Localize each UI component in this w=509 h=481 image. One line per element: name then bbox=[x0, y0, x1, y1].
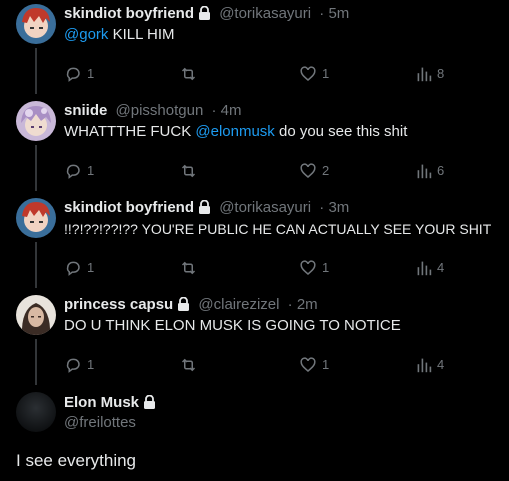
timestamp[interactable]: · 5m bbox=[319, 5, 349, 22]
reply-icon bbox=[66, 261, 80, 276]
retweet-button[interactable] bbox=[179, 355, 198, 375]
display-name[interactable]: skindiot boyfriend bbox=[64, 5, 194, 22]
retweet-icon bbox=[181, 164, 196, 178]
like-icon bbox=[300, 163, 316, 178]
like-button[interactable]: 1 bbox=[299, 64, 329, 84]
view-count: 8 bbox=[437, 66, 445, 81]
tweet-actions: 1 1 4 bbox=[64, 355, 454, 375]
views-button[interactable]: 8 bbox=[416, 64, 444, 84]
tweet-text: DO U THINK ELON MUSK IS GOING TO NOTICE bbox=[64, 317, 401, 334]
tweet-actions: 1 1 4 bbox=[64, 258, 454, 278]
display-name[interactable]: Elon Musk bbox=[64, 394, 139, 411]
reply-count: 1 bbox=[87, 163, 95, 178]
like-button[interactable]: 1 bbox=[299, 258, 329, 278]
view-count: 4 bbox=[437, 357, 445, 372]
view-count: 4 bbox=[437, 260, 445, 275]
like-button[interactable]: 1 bbox=[299, 355, 329, 375]
reply-icon bbox=[66, 67, 80, 82]
avatar[interactable] bbox=[16, 101, 56, 141]
like-count: 2 bbox=[322, 163, 330, 178]
like-icon bbox=[300, 66, 316, 81]
tweet-actions: 1 2 6 bbox=[64, 161, 454, 181]
display-name[interactable]: skindiot boyfriend bbox=[64, 199, 194, 216]
display-name[interactable]: sniide bbox=[64, 102, 107, 119]
avatar[interactable] bbox=[16, 295, 56, 335]
tweet-header: skindiot boyfriend @torikasayuri · 3m bbox=[64, 198, 349, 218]
tweet-text: @gork KILL HIM bbox=[64, 26, 175, 43]
retweet-icon bbox=[181, 358, 196, 372]
user-handle[interactable]: @torikasayuri bbox=[219, 199, 311, 216]
reply-count: 1 bbox=[87, 66, 95, 81]
tweet-actions: 1 1 8 bbox=[64, 64, 454, 84]
timestamp[interactable]: · 2m bbox=[288, 296, 318, 313]
display-name[interactable]: princess capsu bbox=[64, 296, 173, 313]
reply-tweet[interactable]: princess capsu @clairezizel · 2m DO U TH… bbox=[0, 295, 509, 385]
reply-icon bbox=[66, 164, 80, 179]
views-button[interactable]: 6 bbox=[416, 161, 444, 181]
user-handle[interactable]: @clairezizel bbox=[198, 296, 279, 313]
reply-icon bbox=[66, 358, 80, 373]
reply-tweet[interactable]: skindiot boyfriend @torikasayuri · 5m @g… bbox=[0, 4, 509, 94]
like-icon bbox=[300, 357, 316, 372]
views-icon bbox=[417, 358, 432, 373]
avatar[interactable] bbox=[16, 392, 56, 432]
reply-button[interactable]: 1 bbox=[64, 355, 94, 375]
main-post-name-row: Elon Musk bbox=[64, 393, 156, 413]
reply-count: 1 bbox=[87, 357, 95, 372]
reply-button[interactable]: 1 bbox=[64, 64, 94, 84]
retweet-button[interactable] bbox=[179, 161, 198, 181]
tweet-header: princess capsu @clairezizel · 2m bbox=[64, 295, 318, 315]
lock-icon bbox=[144, 395, 156, 409]
avatar[interactable] bbox=[16, 198, 56, 238]
mention-link[interactable]: @gork bbox=[64, 26, 108, 43]
mention-link[interactable]: @elonmusk bbox=[195, 123, 274, 140]
user-handle[interactable]: @freilottes bbox=[64, 413, 136, 433]
retweet-icon bbox=[181, 261, 196, 275]
like-count: 1 bbox=[322, 260, 330, 275]
lock-icon bbox=[178, 297, 190, 311]
views-button[interactable]: 4 bbox=[416, 355, 444, 375]
retweet-icon bbox=[181, 67, 196, 81]
lock-icon bbox=[199, 6, 211, 20]
like-icon bbox=[300, 260, 316, 275]
retweet-button[interactable] bbox=[179, 258, 198, 278]
main-post-text: I see everything bbox=[16, 451, 137, 470]
timestamp[interactable]: · 4m bbox=[211, 102, 241, 119]
like-count: 1 bbox=[322, 66, 330, 81]
tweet-text: WHATTTHE FUCK @elonmusk do you see this … bbox=[64, 123, 408, 140]
user-handle[interactable]: @torikasayuri bbox=[219, 5, 311, 22]
retweet-button[interactable] bbox=[179, 64, 198, 84]
tweet-header: skindiot boyfriend @torikasayuri · 5m bbox=[64, 4, 349, 24]
tweet-header: sniide @pisshotgun · 4m bbox=[64, 101, 241, 121]
views-button[interactable]: 4 bbox=[416, 258, 444, 278]
reply-tweet[interactable]: skindiot boyfriend @torikasayuri · 3m !!… bbox=[0, 198, 509, 288]
views-icon bbox=[417, 164, 432, 179]
reply-count: 1 bbox=[87, 260, 95, 275]
reply-button[interactable]: 1 bbox=[64, 258, 94, 278]
reply-tweet[interactable]: sniide @pisshotgun · 4m WHATTTHE FUCK @e… bbox=[0, 101, 509, 191]
avatar[interactable] bbox=[16, 4, 56, 44]
reply-button[interactable]: 1 bbox=[64, 161, 94, 181]
timestamp[interactable]: · 3m bbox=[319, 199, 349, 216]
like-button[interactable]: 2 bbox=[299, 161, 329, 181]
lock-icon bbox=[199, 200, 211, 214]
view-count: 6 bbox=[437, 163, 445, 178]
views-icon bbox=[417, 261, 432, 276]
like-count: 1 bbox=[322, 357, 330, 372]
user-handle[interactable]: @pisshotgun bbox=[116, 102, 204, 119]
tweet-text: !!?!??!??!?? YOU'RE PUBLIC HE CAN ACTUAL… bbox=[64, 221, 492, 237]
views-icon bbox=[417, 67, 432, 82]
